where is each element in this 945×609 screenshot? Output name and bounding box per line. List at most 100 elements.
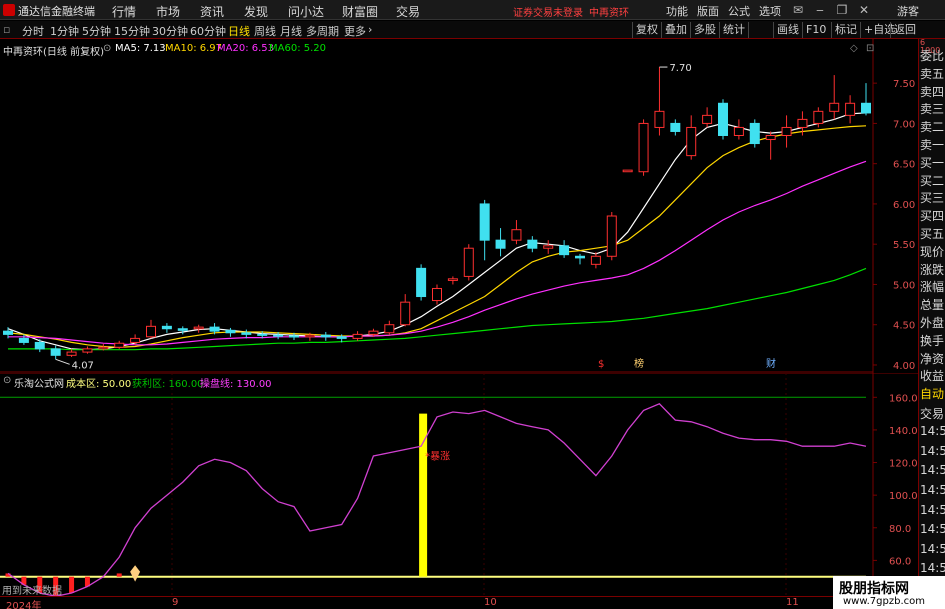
candle-body-1 <box>18 337 29 343</box>
sidebar-lower-item-7[interactable]: 14:56 <box>920 522 945 536</box>
tab-daily[interactable]: 日线 <box>228 23 250 39</box>
main-chart-bg <box>0 39 918 373</box>
multi-stock-button[interactable]: 多股 <box>690 22 719 38</box>
candle-body-36 <box>575 255 585 259</box>
menu-faxian[interactable]: 发现 <box>244 3 268 20</box>
tab-30min[interactable]: 30分钟 <box>152 23 188 39</box>
sidebar-item-18[interactable]: 收益 <box>920 367 945 384</box>
ma20-legend: MA20: 6.53 <box>217 43 275 54</box>
candle-body-46 <box>733 126 744 136</box>
minimize-icon[interactable]: ‒ <box>812 2 828 18</box>
menu-caifuquan[interactable]: 财富圈 <box>342 3 378 20</box>
menu-jiaoyi[interactable]: 交易 <box>396 3 420 20</box>
user-label[interactable]: 游客 <box>897 3 919 19</box>
sidebar-item-13[interactable]: 涨幅 <box>920 278 945 295</box>
trade-login-notice[interactable]: 证券交易未登录 <box>513 4 583 19</box>
sidebar-item-12[interactable]: 涨跌 <box>920 261 945 278</box>
sidebar-lower-item-1[interactable]: 交易 <box>920 405 945 422</box>
sidebar-item-3[interactable]: 卖三 <box>920 100 945 117</box>
tab-60min[interactable]: 60分钟 <box>190 23 226 39</box>
sidebar-item-1[interactable]: 卖五 <box>920 65 945 82</box>
sidebar-item-10[interactable]: 买五 <box>920 225 945 242</box>
candle-body-23 <box>368 330 379 335</box>
future-data-footnote: 用到未来数据 <box>2 586 62 597</box>
ind-axis-label-1: 140.0 <box>889 426 918 437</box>
blank-toolbar-slot <box>748 22 772 38</box>
sidebar-item-6[interactable]: 买一 <box>920 154 945 171</box>
sidebar-item-17[interactable]: 净资 <box>920 350 945 367</box>
close-icon[interactable]: ✕ <box>856 2 872 18</box>
tab-5min[interactable]: 5分钟 <box>82 23 111 39</box>
sidebar-item-14[interactable]: 总量 <box>920 296 945 313</box>
sidebar-lower-item-4[interactable]: 14:56 <box>920 463 945 477</box>
overlay-button[interactable]: 叠加 <box>661 22 690 38</box>
menu-hangqing[interactable]: 行情 <box>112 3 136 20</box>
candle-body-41 <box>654 110 665 128</box>
tab-weekly[interactable]: 周线 <box>254 23 276 39</box>
sidebar-lower-item-2[interactable]: 14:56 <box>920 424 945 438</box>
sidebar-item-7[interactable]: 买二 <box>920 172 945 189</box>
watermark-url: www.7gpzb.com <box>843 596 925 607</box>
fuquan-button[interactable]: 复权 <box>632 22 661 38</box>
sidebar-lower-item-0[interactable]: 自动 <box>920 385 945 402</box>
menu-shichang[interactable]: 市场 <box>156 3 180 20</box>
f10-button[interactable]: F10 <box>802 22 829 38</box>
window-settings-icon[interactable]: ⊡ <box>866 43 874 54</box>
menu-wenxiaoda[interactable]: 问小达 <box>288 3 324 20</box>
time-label-oct: 10 <box>484 597 497 608</box>
candle-body-29 <box>463 247 474 277</box>
stats-button[interactable]: 统计 <box>719 22 748 38</box>
sidebar-item-5[interactable]: 卖一 <box>920 136 945 153</box>
candle-body-16 <box>257 333 268 336</box>
sidebar-lower-item-6[interactable]: 14:56 <box>920 503 945 517</box>
diamond-icon[interactable]: ◇ <box>850 43 858 54</box>
sidebar-item-11[interactable]: 现价 <box>920 243 945 260</box>
menu-zixun[interactable]: 资讯 <box>200 3 224 20</box>
watermark-title: 股朋指标网 <box>839 581 909 597</box>
sidebar-lower-item-9[interactable]: 14:56 <box>920 561 945 575</box>
tab-monthly[interactable]: 月线 <box>280 23 302 39</box>
candle-body-25 <box>400 301 411 326</box>
sidebar-item-4[interactable]: 卖二 <box>920 118 945 135</box>
tab-multi-period[interactable]: 多周期 <box>306 23 339 39</box>
menu-xuanxiang[interactable]: 选项 <box>759 3 781 19</box>
ma60-legend: MA60: 5.20 <box>269 43 327 54</box>
menu-gongneng[interactable]: 功能 <box>666 3 688 19</box>
settings-icon[interactable]: ⊙ <box>103 43 111 54</box>
menu-gongshi[interactable]: 公式 <box>728 3 750 19</box>
tab-1min[interactable]: 1分钟 <box>50 23 79 39</box>
app-logo-icon <box>3 4 15 16</box>
sidebar-lower-item-3[interactable]: 14:56 <box>920 444 945 458</box>
candle-body-44 <box>702 114 713 124</box>
sidebar-item-16[interactable]: 换手 <box>920 332 945 349</box>
chevron-right-icon[interactable]: › <box>368 23 372 36</box>
sidebar-lower-item-5[interactable]: 14:56 <box>920 483 945 497</box>
sidebar-item-2[interactable]: 卖四 <box>920 83 945 100</box>
app-title: 通达信金融终端 <box>18 5 95 18</box>
sidebar-item-0[interactable]: 委比 <box>920 47 945 64</box>
restore-icon[interactable]: ❐ <box>834 2 850 18</box>
candlestick-chart[interactable]: 7.50 7.00 6.50 6.00 5.50 5.00 4.50 4.00 7.70 4.07… <box>0 39 918 373</box>
draw-line-button[interactable]: 画线 <box>773 22 802 38</box>
menu-banmian[interactable]: 版面 <box>697 3 719 19</box>
pin-icon[interactable]: ▫ <box>3 23 10 36</box>
tab-15min[interactable]: 15分钟 <box>114 23 150 39</box>
back-button[interactable]: 返回 <box>890 22 919 38</box>
candle-body-26 <box>416 267 427 298</box>
sidebar-item-9[interactable]: 买四 <box>920 207 945 224</box>
candle-body-12 <box>193 326 204 330</box>
mail-icon[interactable]: ✉ <box>790 2 806 18</box>
sidebar-lower-item-8[interactable]: 14:56 <box>920 542 945 556</box>
indicator-chart[interactable]: 160.0 140.0 120.0 100.0 80.0 60.0 *暴涨 <box>0 373 918 596</box>
tab-fenshi[interactable]: 分时 <box>22 23 44 39</box>
sidebar-item-15[interactable]: 外盘 <box>920 314 945 331</box>
candle-body-21 <box>336 336 347 339</box>
candle-body-42 <box>670 122 681 132</box>
sidebar-item-8[interactable]: 买三 <box>920 189 945 206</box>
indicator-settings-icon[interactable]: ⊙ <box>3 375 11 386</box>
candle-body-37 <box>590 255 601 265</box>
ind-axis-label-2: 120.0 <box>889 459 918 470</box>
mark-button[interactable]: 标记 <box>831 22 860 38</box>
tab-more[interactable]: 更多 <box>344 23 366 39</box>
candle-body-28 <box>447 278 458 281</box>
